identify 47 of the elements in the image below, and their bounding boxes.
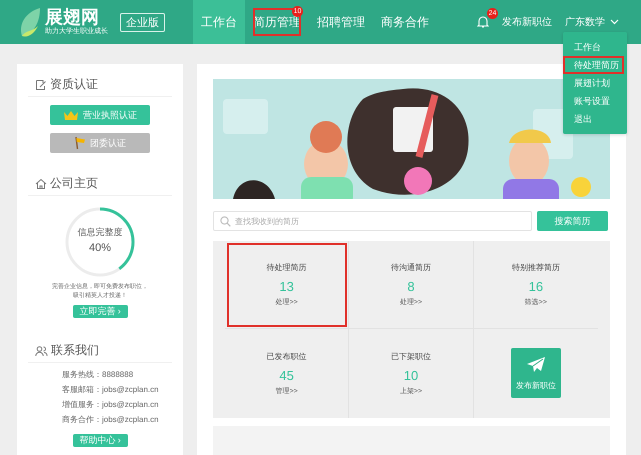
help-center-button[interactable]: 帮助中心 ›	[72, 434, 128, 447]
nav-tab[interactable]: 工作台	[193, 0, 245, 44]
search-icon	[220, 216, 231, 227]
contact-text: 客服邮箱：jobs@zcplan.cn	[62, 384, 159, 396]
nav-tab[interactable]: 招聘管理	[309, 0, 373, 44]
house-icon	[35, 178, 47, 190]
search-button[interactable]: 搜索简历	[537, 211, 608, 231]
progress-label: 信息完整度	[78, 226, 122, 239]
progress-reading: 40%	[88, 242, 112, 254]
stat-value: 16	[528, 279, 544, 294]
caret-icon	[610, 19, 619, 25]
contact-text: 增值服务：jobs@zcplan.cn	[62, 399, 159, 411]
contact-text: 商务合作：jobs@zcplan.cn	[62, 414, 159, 426]
stat-value: 13	[279, 279, 294, 294]
paper-plane-icon	[526, 356, 546, 374]
certification-button[interactable]: 营业执照认证	[50, 105, 150, 125]
section-title: 公司主页	[50, 175, 98, 192]
nav-tab[interactable]: 商务合作	[373, 0, 437, 44]
publish-job-button[interactable]: 发布新职位	[510, 348, 561, 398]
edition-badge: 企业版	[120, 12, 165, 32]
people-icon	[35, 344, 48, 356]
stat-value: 8	[407, 279, 415, 294]
bell-icon[interactable]	[477, 15, 489, 29]
menu-item[interactable]: 工作台	[563, 38, 627, 56]
menu-item[interactable]: 展翅计划	[563, 74, 627, 92]
menu-item[interactable]: 退出	[563, 110, 627, 128]
contact-text: 服务热线：8888888	[62, 369, 134, 381]
stat-title: 已下架职位	[390, 350, 431, 362]
section-title: 联系我们	[51, 342, 99, 359]
stat-title: 特别推荐简历	[512, 262, 560, 274]
stat-title: 待沟通简历	[390, 262, 431, 274]
document-icon	[35, 78, 47, 90]
user-menu[interactable]: 广东数学	[565, 15, 619, 29]
stat-title: 已发布职位	[266, 350, 307, 362]
menu-item[interactable]: 待处理简历	[563, 56, 624, 74]
complete-button[interactable]: 立即完善 ›	[72, 305, 128, 318]
flag-icon	[74, 136, 86, 150]
logo-title: 展翅网	[45, 7, 100, 27]
section-title: 资质认证	[50, 76, 98, 93]
leaf-logo-icon	[18, 6, 42, 38]
stat-value: 10	[404, 368, 418, 383]
crown-icon	[63, 110, 79, 120]
post-job-link[interactable]: 发布新职位	[502, 15, 552, 29]
stat-title: 待处理简历	[266, 262, 307, 274]
menu-item[interactable]: 账号设置	[563, 92, 627, 110]
stat-value: 45	[279, 368, 294, 383]
search-field[interactable]: 查找我收到的简历	[213, 211, 532, 231]
